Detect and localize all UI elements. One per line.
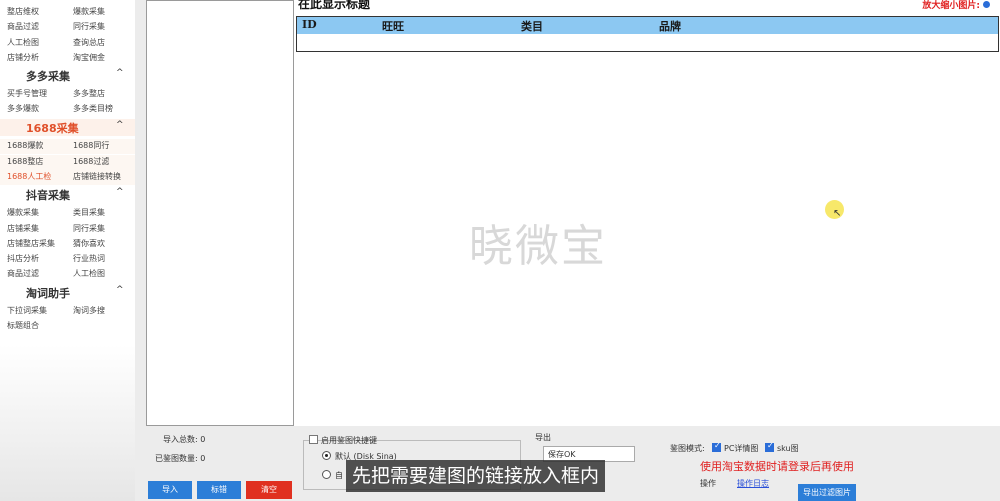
sidebar-item[interactable]: 1688同行 (73, 140, 109, 151)
zoom-label: 放大缩小图片: (922, 1, 980, 11)
sidebar-item[interactable]: 1688过滤 (73, 156, 109, 167)
quick-key-checkbox[interactable] (309, 435, 318, 444)
clear-button[interactable]: 清空 (246, 481, 292, 499)
sidebar-row: 1688爆款 1688同行 (0, 139, 135, 154)
sidebar-row: 店铺分析 淘宝佣金 (0, 51, 135, 66)
sidebar-item[interactable]: 行业热词 (73, 253, 105, 264)
sidebar-item[interactable]: 类目采集 (73, 207, 105, 218)
chevron-up-icon[interactable]: ^ (116, 285, 124, 295)
sidebar-row: 商品过滤 同行采集 (0, 20, 135, 35)
chevron-up-icon[interactable]: ^ (116, 120, 124, 130)
sidebar-item[interactable]: 同行采集 (73, 223, 105, 234)
section-title: 1688采集 (26, 122, 79, 135)
sidebar-item[interactable]: 淘宝佣金 (73, 52, 105, 63)
sidebar-item[interactable]: 同行采集 (73, 21, 105, 32)
column-header-wangwang[interactable]: 旺旺 (382, 18, 404, 34)
sidebar-row: 1688人工检 店铺链接转换 (0, 170, 135, 185)
import-button[interactable]: 导入 (148, 481, 192, 499)
sidebar-item[interactable]: 标题组合 (7, 320, 39, 331)
sidebar-item[interactable]: 店铺分析 (7, 52, 39, 63)
sidebar-row: 标题组合 (0, 319, 135, 334)
sidebar-item[interactable]: 买手号管理 (7, 88, 47, 99)
column-header-brand[interactable]: 品牌 (659, 18, 681, 34)
results-grid[interactable]: ID 旺旺 类目 品牌 (296, 16, 999, 52)
sidebar-row: 爆款采集 类目采集 (0, 206, 135, 221)
sidebar-item[interactable]: 下拉词采集 (7, 305, 47, 316)
login-notice: 使用淘宝数据时请登录后再使用 (700, 460, 854, 473)
section-title: 多多采集 (26, 70, 70, 83)
sidebar-row: 商品过滤 人工检图 (0, 267, 135, 282)
checked-total: 已鉴图数量: 0 (155, 454, 206, 463)
sidebar-item[interactable]: 淘词多搜 (73, 305, 105, 316)
sidebar-item[interactable]: 整店维权 (7, 6, 39, 17)
sidebar-row: 下拉词采集 淘词多搜 (0, 304, 135, 319)
sidebar-row: 店铺整店采集 猜你喜欢 (0, 237, 135, 252)
sidebar-footer (0, 345, 135, 501)
sidebar-item[interactable]: 抖店分析 (7, 253, 39, 264)
sidebar-item[interactable]: 多多类目榜 (73, 103, 113, 114)
log-link[interactable]: 操作日志 (737, 478, 769, 489)
section-header-douyin[interactable]: 抖音采集 ^ (0, 186, 135, 203)
sidebar: 整店维权 爆款采集 商品过滤 同行采集 人工检图 查询总店 店铺分析 淘宝佣金 … (0, 0, 135, 501)
mode-label: 鉴图模式: (670, 444, 705, 453)
sidebar-row: 整店维权 爆款采集 (0, 5, 135, 20)
results-table-area: 在此显示标题 放大缩小图片: ID 旺旺 类目 品牌 晓微宝 (293, 0, 1000, 426)
section-header-duoduo[interactable]: 多多采集 ^ (0, 67, 135, 84)
chevron-down-icon: ⌄ (548, 448, 555, 457)
sidebar-item[interactable]: 商品过滤 (7, 21, 39, 32)
sidebar-item[interactable]: 店铺链接转换 (73, 171, 121, 182)
grid-header: ID 旺旺 类目 品牌 (297, 17, 998, 34)
link-input-box[interactable] (146, 0, 294, 426)
video-subtitle: 先把需要建图的链接放入框内 (346, 460, 606, 492)
sidebar-item[interactable]: 查询总店 (73, 37, 105, 48)
quick-key-label: 启用鉴图快捷键 (321, 436, 377, 445)
sidebar-row: 店铺采集 同行采集 (0, 222, 135, 237)
export-filtered-button[interactable]: 导出过滤图片 (798, 484, 856, 501)
sidebar-row: 人工检图 查询总店 (0, 36, 135, 51)
mouse-pointer-icon: ↖ (833, 208, 842, 219)
sidebar-item[interactable]: 店铺采集 (7, 223, 39, 234)
sidebar-item[interactable]: 猜你喜欢 (73, 238, 105, 249)
chevron-up-icon[interactable]: ^ (116, 68, 124, 78)
operate-label: 操作 (700, 479, 716, 488)
zoom-slider-handle[interactable] (983, 1, 990, 8)
export-label: 导出 (535, 433, 551, 442)
column-header-id[interactable]: ID (302, 18, 317, 31)
sidebar-item[interactable]: 1688爆款 (7, 140, 43, 151)
radio-default[interactable] (322, 451, 331, 460)
mode-sku-label: sku图 (777, 444, 799, 453)
sidebar-item[interactable]: 店铺整店采集 (7, 238, 55, 249)
table-title: 在此显示标题 (298, 0, 371, 11)
section-header-1688[interactable]: 1688采集 ^ (0, 119, 135, 136)
import-total: 导入总数: 0 (163, 435, 206, 444)
mode-pc-checkbox[interactable] (712, 441, 721, 452)
section-title: 淘词助手 (26, 287, 70, 300)
sidebar-item[interactable]: 多多整店 (73, 88, 105, 99)
sidebar-item-active[interactable]: 1688人工检 (7, 171, 51, 182)
mark-button[interactable]: 标错 (197, 481, 241, 499)
sidebar-item[interactable]: 爆款采集 (73, 6, 105, 17)
section-header-taoci[interactable]: 淘词助手 ^ (0, 284, 135, 301)
sidebar-item[interactable]: 1688整店 (7, 156, 43, 167)
sidebar-item[interactable]: 人工检图 (73, 268, 105, 279)
sidebar-row: 多多爆款 多多类目榜 (0, 102, 135, 117)
section-title: 抖音采集 (26, 189, 70, 202)
column-header-category[interactable]: 类目 (521, 18, 543, 34)
sidebar-item[interactable]: 人工检图 (7, 37, 39, 48)
sidebar-row: 买手号管理 多多整店 (0, 87, 135, 102)
mode-sku-checkbox[interactable] (765, 441, 774, 452)
sidebar-item[interactable]: 多多爆款 (7, 103, 39, 114)
sidebar-item[interactable]: 商品过滤 (7, 268, 39, 279)
mode-pc-label: PC详情图 (724, 444, 759, 453)
sidebar-row: 抖店分析 行业热词 (0, 252, 135, 267)
radio-other-label: 自 (335, 471, 343, 480)
sidebar-row: 1688整店 1688过滤 (0, 155, 135, 170)
radio-other[interactable] (322, 470, 331, 479)
sidebar-item[interactable]: 爆款采集 (7, 207, 39, 218)
watermark-text: 晓微宝 (469, 221, 607, 272)
chevron-up-icon[interactable]: ^ (116, 187, 124, 197)
